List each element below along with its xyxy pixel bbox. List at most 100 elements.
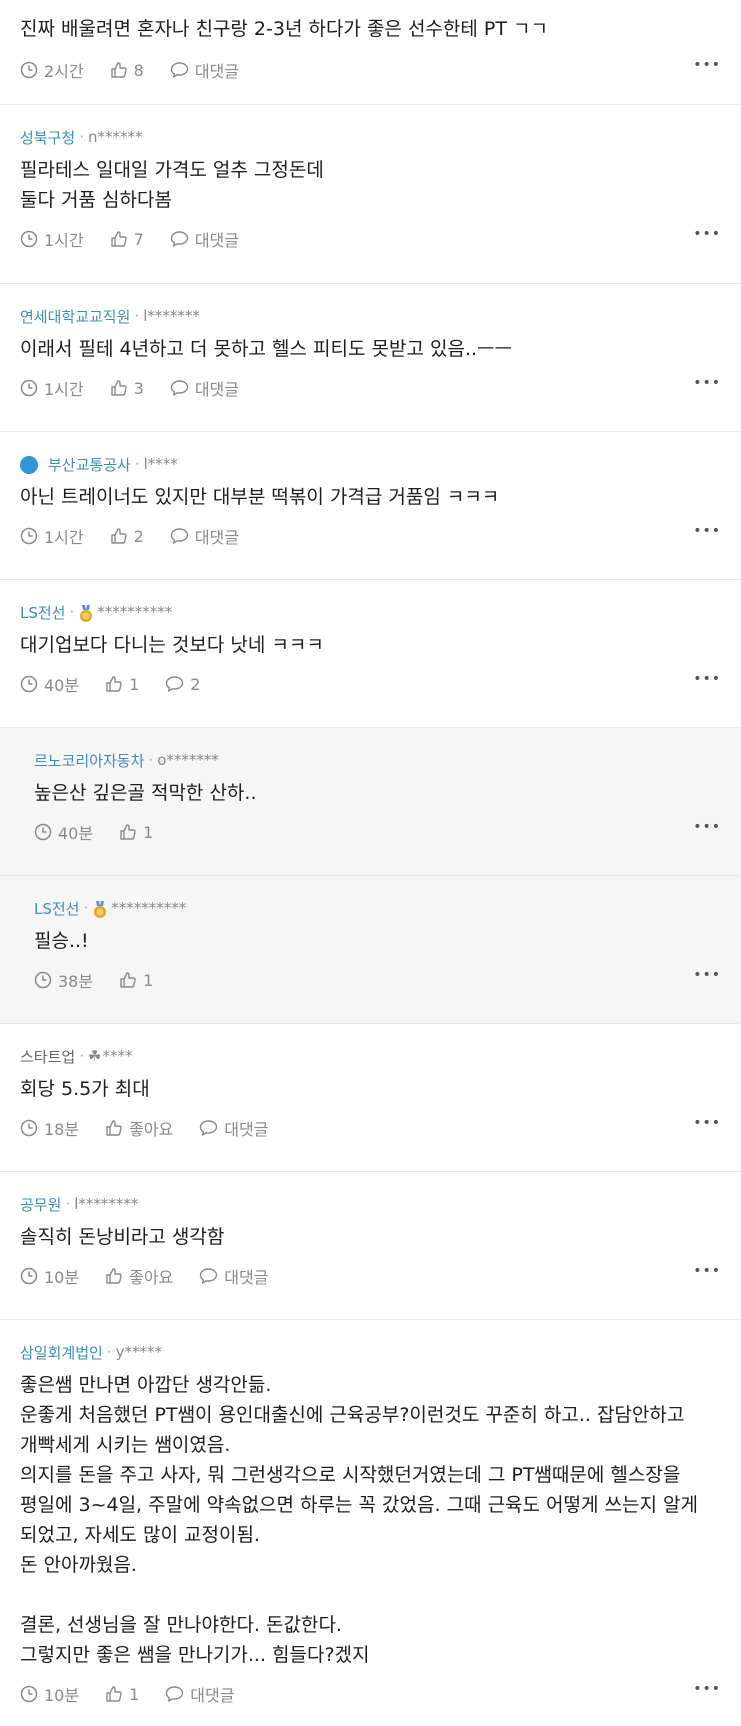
like-button[interactable]: 1 — [105, 1685, 139, 1704]
speech-bubble-icon — [170, 380, 189, 396]
like-button[interactable]: 2 — [110, 527, 144, 546]
comment-meta: 스타트업 · ☘ **** — [20, 1046, 133, 1067]
user-id: l******** — [74, 1195, 139, 1213]
thumbs-up-icon — [106, 1268, 122, 1284]
clock-icon — [20, 1267, 38, 1285]
like-button[interactable]: 3 — [110, 379, 144, 398]
more-options-button[interactable]: ••• — [693, 57, 721, 73]
user-id: o******* — [157, 751, 219, 769]
reply-item: LS전선 · ********** 필승..! 38분 1 ••• — [0, 876, 741, 1024]
comment-item: LS전선 · ********** 대기업보다 다니는 것보다 낫네 ㅋㅋㅋ 40… — [0, 580, 741, 728]
more-options-button[interactable]: ••• — [693, 226, 721, 242]
comment-item: 스타트업 · ☘ **** 회당 5.5가 최대 18분 좋아요 대댓글 ••• — [0, 1024, 741, 1172]
reply-button[interactable]: 대댓글 — [165, 1682, 234, 1706]
user-id: y***** — [115, 1343, 162, 1361]
like-button[interactable]: 1 — [119, 971, 153, 990]
user-id: l**** — [143, 455, 178, 473]
comment-meta: 연세대학교교직원 · l******* — [20, 306, 200, 327]
more-options-button[interactable]: ••• — [693, 1681, 721, 1697]
user-id: l******* — [143, 307, 200, 325]
more-options-button[interactable]: ••• — [693, 1115, 721, 1131]
company-name[interactable]: 공무원 — [20, 1194, 61, 1215]
time-stamp: 1시간 — [20, 376, 84, 400]
more-options-button[interactable]: ••• — [693, 523, 721, 539]
comment-actions: 40분 1 2 ••• — [20, 669, 721, 699]
more-options-button[interactable]: ••• — [693, 967, 721, 983]
comment-text: 진짜 배울려면 혼자나 친구랑 2-3년 하다가 좋은 선수한테 PT ㄱㄱ — [20, 18, 548, 40]
comment-meta: 삼일회계법인 · y***** — [20, 1342, 162, 1363]
company-name[interactable]: 스타트업 — [20, 1046, 75, 1067]
time-stamp: 40분 — [34, 820, 93, 844]
comment-actions: 10분 1 대댓글 ••• — [20, 1679, 721, 1709]
comment-text: 대기업보다 다니는 것보다 낫네 ㅋㅋㅋ — [20, 634, 324, 656]
user-id: n****** — [87, 128, 143, 146]
company-name[interactable]: 르노코리아자동차 — [34, 750, 144, 771]
comment-meta: 공무원 · l******** — [20, 1194, 139, 1215]
comment-item: 진짜 배울려면 혼자나 친구랑 2-3년 하다가 좋은 선수한테 PT ㄱㄱ 2… — [0, 0, 741, 105]
time-stamp: 1시간 — [20, 227, 84, 251]
comment-actions: 1시간 7 대댓글 ••• — [20, 224, 721, 254]
like-button[interactable]: 1 — [119, 823, 153, 842]
thumbs-up-icon — [106, 676, 122, 692]
clock-icon — [34, 971, 52, 989]
comment-actions: 18분 좋아요 대댓글 ••• — [20, 1113, 721, 1143]
comment-meta: 르노코리아자동차 · o******* — [34, 750, 219, 771]
like-button[interactable]: 1 — [105, 675, 139, 694]
comment-item: 공무원 · l******** 솔직히 돈낭비라고 생각함 10분 좋아요 대댓글 … — [0, 1172, 741, 1320]
comment-item: 성북구청 · n****** 필라테스 일대일 가격도 얼추 그정돈데 둘다 거품 … — [0, 105, 741, 284]
user-id: ********** — [97, 603, 173, 621]
reply-button[interactable]: 대댓글 — [199, 1264, 268, 1288]
company-name[interactable]: 삼일회계법인 — [20, 1342, 103, 1363]
thumbs-up-icon — [110, 380, 127, 396]
comment-text: 필라테스 일대일 가격도 얼추 그정돈데 둘다 거품 심하다봄 — [20, 159, 324, 211]
like-button[interactable]: 좋아요 — [105, 1116, 173, 1140]
comment-actions: 38분 1 ••• — [34, 965, 721, 995]
clock-icon — [20, 675, 38, 693]
company-name[interactable]: 연세대학교교직원 — [20, 306, 130, 327]
more-options-button[interactable]: ••• — [693, 1263, 721, 1279]
reply-count-button[interactable]: 2 — [165, 675, 200, 694]
reply-button[interactable]: 대댓글 — [170, 58, 239, 82]
comment-actions: 1시간 2 대댓글 ••• — [20, 521, 721, 551]
company-name[interactable]: LS전선 — [34, 898, 79, 919]
thumbs-up-icon — [110, 62, 127, 78]
comment-text: 필승..! — [34, 930, 89, 952]
comment-actions: 10분 좋아요 대댓글 ••• — [20, 1261, 721, 1291]
like-button[interactable]: 좋아요 — [105, 1264, 173, 1288]
comment-meta: LS전선 · ********** — [34, 898, 187, 919]
comment-actions: 2시간 8 대댓글 ••• — [20, 55, 721, 85]
company-name[interactable]: 성북구청 — [20, 127, 75, 148]
time-stamp: 10분 — [20, 1682, 79, 1706]
time-stamp: 18분 — [20, 1116, 79, 1140]
reply-button[interactable]: 대댓글 — [170, 524, 239, 548]
thumbs-up-icon — [106, 1686, 122, 1702]
like-button[interactable]: 7 — [110, 230, 144, 249]
user-id: **** — [102, 1047, 133, 1065]
speech-bubble-icon — [200, 1120, 218, 1136]
clock-icon — [20, 230, 38, 248]
clock-icon — [34, 823, 52, 841]
clock-icon — [20, 379, 38, 397]
medal-badge-icon — [80, 605, 93, 622]
like-button[interactable]: 8 — [110, 61, 144, 80]
reply-button[interactable]: 대댓글 — [199, 1116, 268, 1140]
reply-button[interactable]: 대댓글 — [170, 376, 239, 400]
more-options-button[interactable]: ••• — [693, 819, 721, 835]
clover-icon: ☘ — [87, 1047, 102, 1065]
more-options-button[interactable]: ••• — [693, 671, 721, 687]
clock-icon — [20, 527, 38, 545]
more-options-button[interactable]: ••• — [693, 375, 721, 391]
speech-bubble-icon — [166, 1686, 184, 1702]
company-name[interactable]: 부산교통공사 — [48, 454, 131, 475]
clock-icon — [20, 1119, 38, 1137]
reply-item: 르노코리아자동차 · o******* 높은산 깊은골 적막한 산하.. 40분 1… — [0, 728, 741, 876]
speech-bubble-icon — [170, 62, 189, 78]
comment-meta: 부산교통공사 · l**** — [20, 452, 721, 476]
reply-button[interactable]: 대댓글 — [170, 227, 239, 251]
medal-badge-icon — [94, 901, 107, 918]
speech-bubble-icon — [170, 231, 189, 247]
speech-bubble-icon — [170, 528, 189, 544]
company-name[interactable]: LS전선 — [20, 602, 65, 623]
speech-bubble-icon — [166, 676, 184, 692]
time-stamp: 40분 — [20, 672, 79, 696]
